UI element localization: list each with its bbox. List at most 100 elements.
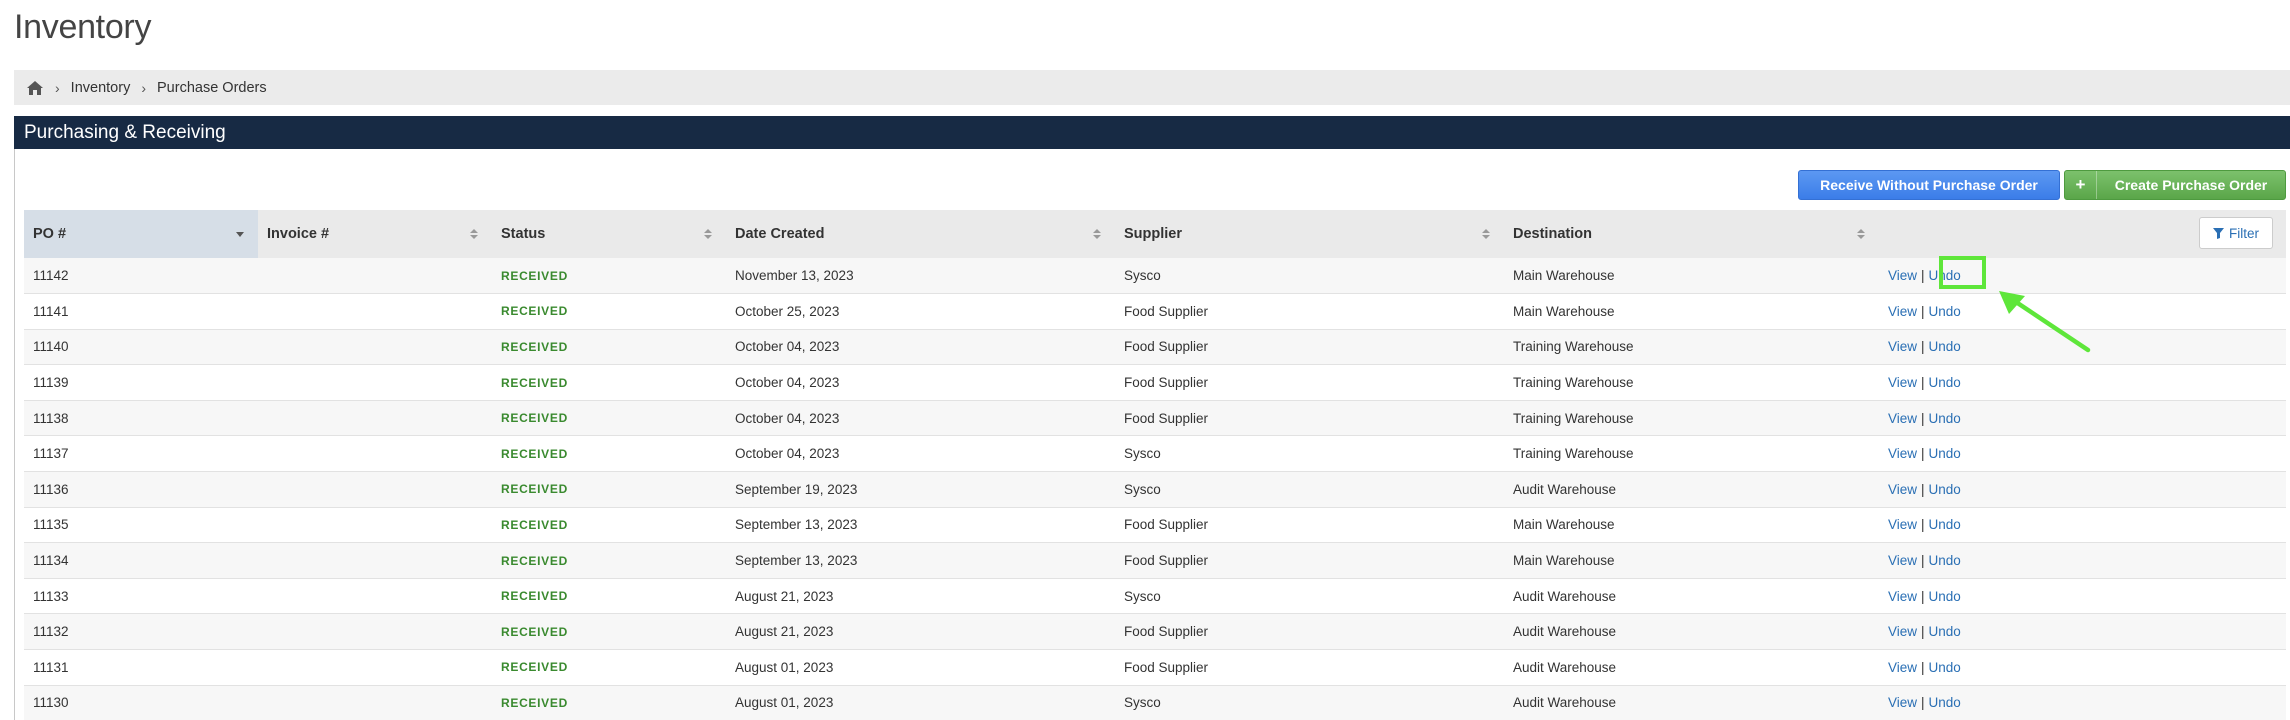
view-link[interactable]: View xyxy=(1888,553,1917,568)
destination-cell: Audit Warehouse xyxy=(1513,481,1617,497)
row-actions: View | Undo xyxy=(1879,543,2286,579)
action-separator: | xyxy=(1921,553,1925,569)
undo-link[interactable]: Undo xyxy=(1929,482,1961,497)
date-created-cell: November 13, 2023 xyxy=(735,268,854,284)
plus-icon: + xyxy=(2065,171,2097,199)
receive-without-po-button[interactable]: Receive Without Purchase Order xyxy=(1798,170,2060,200)
row-actions: View | Undo xyxy=(1879,650,2286,686)
filter-button[interactable]: Filter xyxy=(2199,217,2273,249)
sort-icon xyxy=(1857,229,1865,239)
po-cell: 11135 xyxy=(33,517,69,533)
undo-link[interactable]: Undo xyxy=(1929,660,1961,675)
filter-icon xyxy=(2213,227,2224,239)
view-link[interactable]: View xyxy=(1888,304,1917,319)
view-link[interactable]: View xyxy=(1888,268,1917,283)
row-actions: View | Undo xyxy=(1879,685,2286,720)
action-separator: | xyxy=(1921,517,1925,533)
undo-link[interactable]: Undo xyxy=(1929,589,1961,604)
view-link[interactable]: View xyxy=(1888,446,1917,461)
view-link[interactable]: View xyxy=(1888,695,1917,710)
po-cell: 11133 xyxy=(33,588,69,604)
date-created-cell: October 25, 2023 xyxy=(735,303,840,319)
status-badge: RECEIVED xyxy=(501,660,568,675)
status-badge: RECEIVED xyxy=(501,268,568,283)
view-link[interactable]: View xyxy=(1888,375,1917,390)
undo-link[interactable]: Undo xyxy=(1929,553,1961,568)
table-row: 11141 RECEIVED October 25, 2023 Food Suppli… xyxy=(24,293,2286,330)
po-cell: 11138 xyxy=(33,410,69,426)
status-badge: RECEIVED xyxy=(501,624,568,639)
view-link[interactable]: View xyxy=(1888,589,1917,604)
undo-link[interactable]: Undo xyxy=(1929,339,1961,354)
destination-cell: Main Warehouse xyxy=(1513,303,1615,319)
undo-link[interactable]: Undo xyxy=(1929,446,1961,461)
sort-icon xyxy=(1482,229,1490,239)
action-separator: | xyxy=(1921,659,1925,675)
date-created-cell: October 04, 2023 xyxy=(735,375,840,391)
po-cell: 11130 xyxy=(33,695,69,711)
action-separator: | xyxy=(1921,410,1925,426)
filter-label: Filter xyxy=(2229,225,2259,241)
page-title: Inventory xyxy=(14,8,152,46)
supplier-cell: Food Supplier xyxy=(1124,553,1209,569)
undo-link[interactable]: Undo xyxy=(1929,375,1961,390)
status-badge: RECEIVED xyxy=(501,482,568,497)
table-row: 11135 RECEIVED September 13, 2023 Food Supp… xyxy=(24,507,2286,543)
view-link[interactable]: View xyxy=(1888,411,1917,426)
date-created-cell: August 21, 2023 xyxy=(735,588,834,604)
view-link[interactable]: View xyxy=(1888,339,1917,354)
supplier-cell: Sysco xyxy=(1124,446,1161,462)
breadcrumb: › Inventory › Purchase Orders xyxy=(14,70,2290,105)
status-badge: RECEIVED xyxy=(501,446,568,461)
breadcrumb-inventory[interactable]: Inventory xyxy=(71,80,131,96)
table-header-row: PO # Invoice # Status Date Created Suppl… xyxy=(24,210,2286,258)
action-separator: | xyxy=(1921,375,1925,391)
table-row: 11138 RECEIVED October 04, 2023 Food Suppli… xyxy=(24,400,2286,436)
status-badge: RECEIVED xyxy=(501,411,568,426)
po-cell: 11142 xyxy=(33,268,69,284)
po-cell: 11134 xyxy=(33,553,69,569)
supplier-cell: Sysco xyxy=(1124,268,1161,284)
destination-cell: Main Warehouse xyxy=(1513,553,1615,569)
column-header-supplier[interactable]: Supplier xyxy=(1115,210,1504,258)
create-purchase-order-button[interactable]: + Create Purchase Order xyxy=(2064,170,2286,200)
date-created-cell: September 13, 2023 xyxy=(735,553,858,569)
supplier-cell: Food Supplier xyxy=(1124,375,1209,391)
row-actions: View | Undo xyxy=(1879,329,2286,365)
undo-link[interactable]: Undo xyxy=(1929,624,1961,639)
destination-cell: Audit Warehouse xyxy=(1513,624,1617,640)
sort-desc-icon xyxy=(236,232,244,237)
column-header-po[interactable]: PO # xyxy=(24,210,258,258)
status-badge: RECEIVED xyxy=(501,589,568,604)
column-header-destination[interactable]: Destination xyxy=(1504,210,1879,258)
view-link[interactable]: View xyxy=(1888,517,1917,532)
destination-cell: Main Warehouse xyxy=(1513,268,1615,284)
table-row: 11130 RECEIVED August 01, 2023 Sysco Audit W… xyxy=(24,685,2286,720)
po-cell: 11136 xyxy=(33,481,69,497)
undo-link[interactable]: Undo xyxy=(1929,517,1961,532)
column-header-invoice[interactable]: Invoice # xyxy=(258,210,492,258)
sort-icon xyxy=(704,229,712,239)
undo-link[interactable]: Undo xyxy=(1929,268,1961,283)
table-row: 11131 RECEIVED August 01, 2023 Food Supplie… xyxy=(24,649,2286,686)
column-header-date-created[interactable]: Date Created xyxy=(726,210,1115,258)
action-separator: | xyxy=(1921,695,1925,711)
action-separator: | xyxy=(1921,303,1925,319)
home-icon[interactable] xyxy=(26,80,44,96)
date-created-cell: September 13, 2023 xyxy=(735,517,858,533)
view-link[interactable]: View xyxy=(1888,660,1917,675)
supplier-cell: Food Supplier xyxy=(1124,624,1209,640)
status-badge: RECEIVED xyxy=(501,304,568,319)
destination-cell: Training Warehouse xyxy=(1513,410,1634,426)
action-separator: | xyxy=(1921,446,1925,462)
table-row: 11137 RECEIVED October 04, 2023 Sysco Traini… xyxy=(24,435,2286,472)
breadcrumb-separator: › xyxy=(55,79,60,96)
view-link[interactable]: View xyxy=(1888,624,1917,639)
undo-link[interactable]: Undo xyxy=(1929,304,1961,319)
undo-link[interactable]: Undo xyxy=(1929,695,1961,710)
view-link[interactable]: View xyxy=(1888,482,1917,497)
undo-link[interactable]: Undo xyxy=(1929,411,1961,426)
invoice-cell xyxy=(258,436,492,472)
column-header-status[interactable]: Status xyxy=(492,210,726,258)
table-row: 11139 RECEIVED October 04, 2023 Food Suppli… xyxy=(24,364,2286,401)
